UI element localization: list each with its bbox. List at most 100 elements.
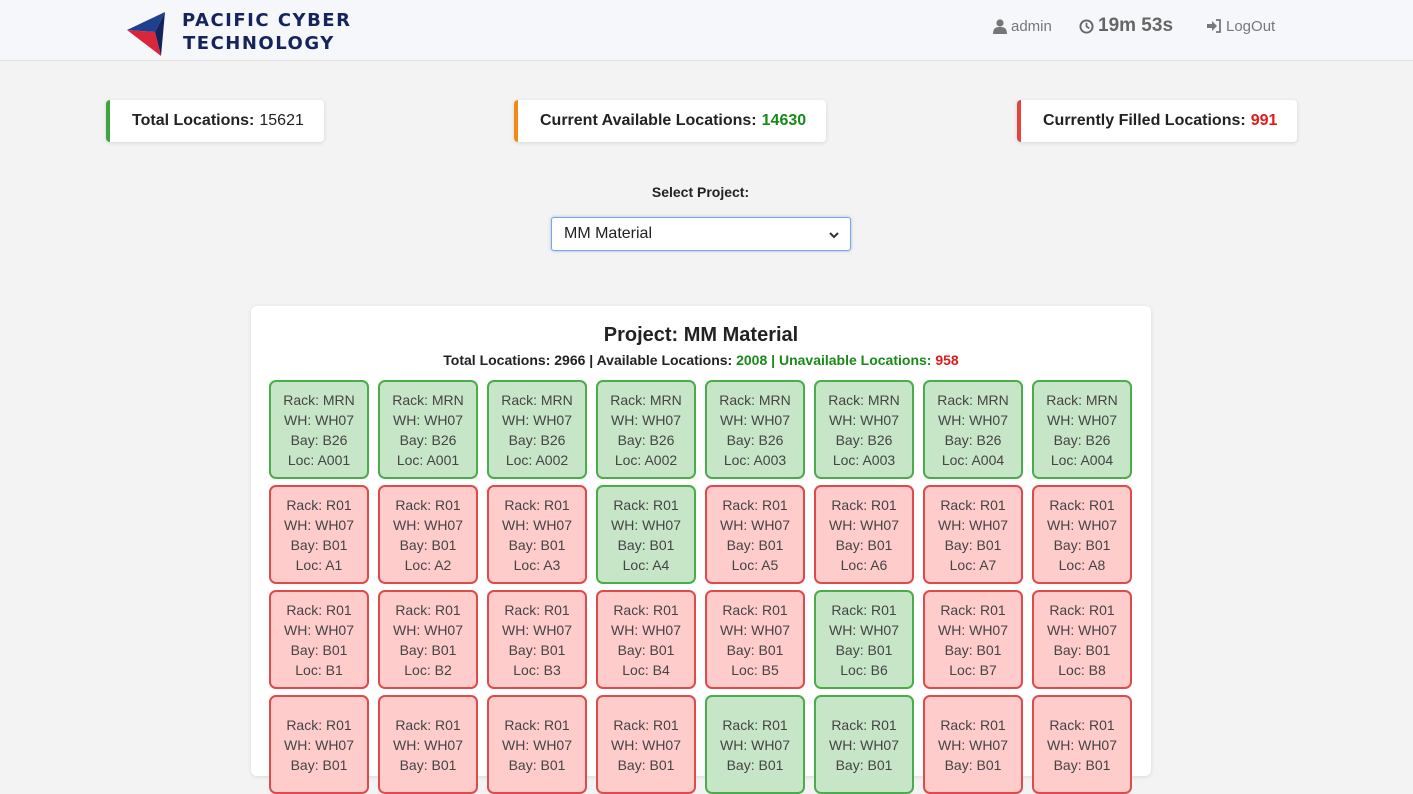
location-bay: Bay: B01 <box>399 641 457 658</box>
location-card[interactable]: Rack: R01 WH: WH07 Bay: B01 Loc: A5 <box>705 485 805 584</box>
location-bay: Bay: B01 <box>508 641 566 658</box>
location-card[interactable]: Rack: MRN WH: WH07 Bay: B26 Loc: A001 <box>269 380 369 479</box>
location-card[interactable]: Rack: R01 WH: WH07 Bay: B01 <box>1032 695 1132 794</box>
location-wh: WH: WH07 <box>720 516 790 533</box>
location-card[interactable]: Rack: MRN WH: WH07 Bay: B26 Loc: A002 <box>487 380 587 479</box>
location-card[interactable]: Rack: R01 WH: WH07 Bay: B01 Loc: B2 <box>378 590 478 689</box>
location-card[interactable]: Rack: R01 WH: WH07 Bay: B01 <box>814 695 914 794</box>
location-bay: Bay: B01 <box>726 756 784 773</box>
location-bay: Bay: B01 <box>1053 641 1111 658</box>
location-wh: WH: WH07 <box>1047 411 1117 428</box>
location-loc: Loc: A004 <box>1050 451 1114 468</box>
location-wh: WH: WH07 <box>393 411 463 428</box>
location-loc: Loc: B6 <box>840 661 888 678</box>
location-bay: Bay: B26 <box>508 431 566 448</box>
location-card[interactable]: Rack: R01 WH: WH07 Bay: B01 Loc: B6 <box>814 590 914 689</box>
location-card[interactable]: Rack: R01 WH: WH07 Bay: B01 Loc: A3 <box>487 485 587 584</box>
location-card[interactable]: Rack: MRN WH: WH07 Bay: B26 Loc: A001 <box>378 380 478 479</box>
panel-available-value: 2008 <box>736 352 768 368</box>
location-card[interactable]: Rack: R01 WH: WH07 Bay: B01 Loc: B3 <box>487 590 587 689</box>
location-rack: Rack: MRN <box>610 391 682 408</box>
location-wh: WH: WH07 <box>393 621 463 638</box>
location-wh: WH: WH07 <box>611 736 681 753</box>
location-wh: WH: WH07 <box>1047 736 1117 753</box>
location-wh: WH: WH07 <box>829 516 899 533</box>
stat-total-locations: Total Locations: 15621 <box>106 100 324 142</box>
location-bay: Bay: B26 <box>726 431 784 448</box>
stat-total-value: 15621 <box>259 112 304 129</box>
location-loc: Loc: A5 <box>731 556 779 573</box>
location-rack: Rack: R01 <box>613 716 679 733</box>
location-bay: Bay: B01 <box>617 756 675 773</box>
location-wh: WH: WH07 <box>502 736 572 753</box>
stat-filled-value: 991 <box>1250 112 1278 129</box>
location-wh: WH: WH07 <box>938 516 1008 533</box>
separator: | <box>771 352 776 368</box>
location-rack: Rack: R01 <box>286 716 352 733</box>
location-loc: Loc: B7 <box>949 661 997 678</box>
project-panel: Project: MM Material Total Locations: 29… <box>251 306 1151 794</box>
location-bay: Bay: B26 <box>944 431 1002 448</box>
location-card[interactable]: Rack: R01 WH: WH07 Bay: B01 Loc: A7 <box>923 485 1023 584</box>
panel-unavailable-value: 958 <box>935 352 959 368</box>
location-card[interactable]: Rack: R01 WH: WH07 Bay: B01 Loc: A1 <box>269 485 369 584</box>
stat-filled-label: Currently Filled Locations: <box>1043 112 1246 129</box>
location-loc: Loc: A004 <box>941 451 1005 468</box>
location-card[interactable]: Rack: R01 WH: WH07 Bay: B01 Loc: A4 <box>596 485 696 584</box>
stat-filled-locations: Currently Filled Locations: 991 <box>1017 100 1298 142</box>
location-bay: Bay: B01 <box>726 641 784 658</box>
location-card[interactable]: Rack: R01 WH: WH07 Bay: B01 Loc: A6 <box>814 485 914 584</box>
project-select[interactable]: MM Material <box>551 217 851 251</box>
location-card[interactable]: Rack: R01 WH: WH07 Bay: B01 Loc: B8 <box>1032 590 1132 689</box>
location-rack: Rack: MRN <box>937 391 1009 408</box>
logo-line-2: TECHNOLOGY <box>183 33 335 54</box>
location-bay: Bay: B01 <box>290 756 348 773</box>
location-loc: Loc: B2 <box>404 661 452 678</box>
location-card[interactable]: Rack: R01 WH: WH07 Bay: B01 Loc: B7 <box>923 590 1023 689</box>
location-rack: Rack: R01 <box>831 601 897 618</box>
location-loc: Loc: A4 <box>622 556 670 573</box>
location-bay: Bay: B01 <box>508 536 566 553</box>
user-name: admin <box>1011 17 1052 35</box>
panel-total-value: 2966 <box>554 352 586 368</box>
location-wh: WH: WH07 <box>393 736 463 753</box>
stat-available-locations: Current Available Locations: 14630 <box>514 100 827 142</box>
location-card[interactable]: Rack: R01 WH: WH07 Bay: B01 <box>378 695 478 794</box>
location-card[interactable]: Rack: MRN WH: WH07 Bay: B26 Loc: A004 <box>923 380 1023 479</box>
location-bay: Bay: B26 <box>835 431 893 448</box>
location-card[interactable]: Rack: MRN WH: WH07 Bay: B26 Loc: A002 <box>596 380 696 479</box>
location-card[interactable]: Rack: MRN WH: WH07 Bay: B26 Loc: A004 <box>1032 380 1132 479</box>
location-card[interactable]: Rack: R01 WH: WH07 Bay: B01 Loc: B5 <box>705 590 805 689</box>
logout-link[interactable]: LogOut <box>1206 15 1275 37</box>
location-card[interactable]: Rack: R01 WH: WH07 Bay: B01 Loc: A2 <box>378 485 478 584</box>
location-card[interactable]: Rack: R01 WH: WH07 Bay: B01 Loc: B1 <box>269 590 369 689</box>
location-card[interactable]: Rack: R01 WH: WH07 Bay: B01 Loc: A8 <box>1032 485 1132 584</box>
location-rack: Rack: R01 <box>722 601 788 618</box>
location-wh: WH: WH07 <box>1047 516 1117 533</box>
location-card[interactable]: Rack: R01 WH: WH07 Bay: B01 <box>705 695 805 794</box>
location-card[interactable]: Rack: R01 WH: WH07 Bay: B01 Loc: B4 <box>596 590 696 689</box>
location-card[interactable]: Rack: R01 WH: WH07 Bay: B01 <box>269 695 369 794</box>
location-wh: WH: WH07 <box>1047 621 1117 638</box>
location-card[interactable]: Rack: MRN WH: WH07 Bay: B26 Loc: A003 <box>705 380 805 479</box>
panel-summary: Total Locations: 2966 | Available Locati… <box>251 352 1151 368</box>
location-wh: WH: WH07 <box>938 411 1008 428</box>
location-card[interactable]: Rack: R01 WH: WH07 Bay: B01 <box>596 695 696 794</box>
location-loc: Loc: B5 <box>731 661 779 678</box>
location-rack: Rack: R01 <box>504 716 570 733</box>
location-loc: Loc: A001 <box>396 451 460 468</box>
location-wh: WH: WH07 <box>720 411 790 428</box>
location-wh: WH: WH07 <box>938 621 1008 638</box>
location-wh: WH: WH07 <box>829 736 899 753</box>
session-timer: 19m 53s <box>1079 15 1173 37</box>
location-card[interactable]: Rack: R01 WH: WH07 Bay: B01 <box>487 695 587 794</box>
location-bay: Bay: B26 <box>399 431 457 448</box>
location-card[interactable]: Rack: R01 WH: WH07 Bay: B01 <box>923 695 1023 794</box>
location-card[interactable]: Rack: MRN WH: WH07 Bay: B26 Loc: A003 <box>814 380 914 479</box>
user-menu[interactable]: admin <box>993 15 1052 37</box>
location-rack: Rack: R01 <box>831 716 897 733</box>
company-logo[interactable]: PACIFIC CYBER TECHNOLOGY <box>125 6 375 56</box>
location-bay: Bay: B01 <box>835 536 893 553</box>
clock-icon <box>1079 18 1094 34</box>
location-wh: WH: WH07 <box>829 621 899 638</box>
